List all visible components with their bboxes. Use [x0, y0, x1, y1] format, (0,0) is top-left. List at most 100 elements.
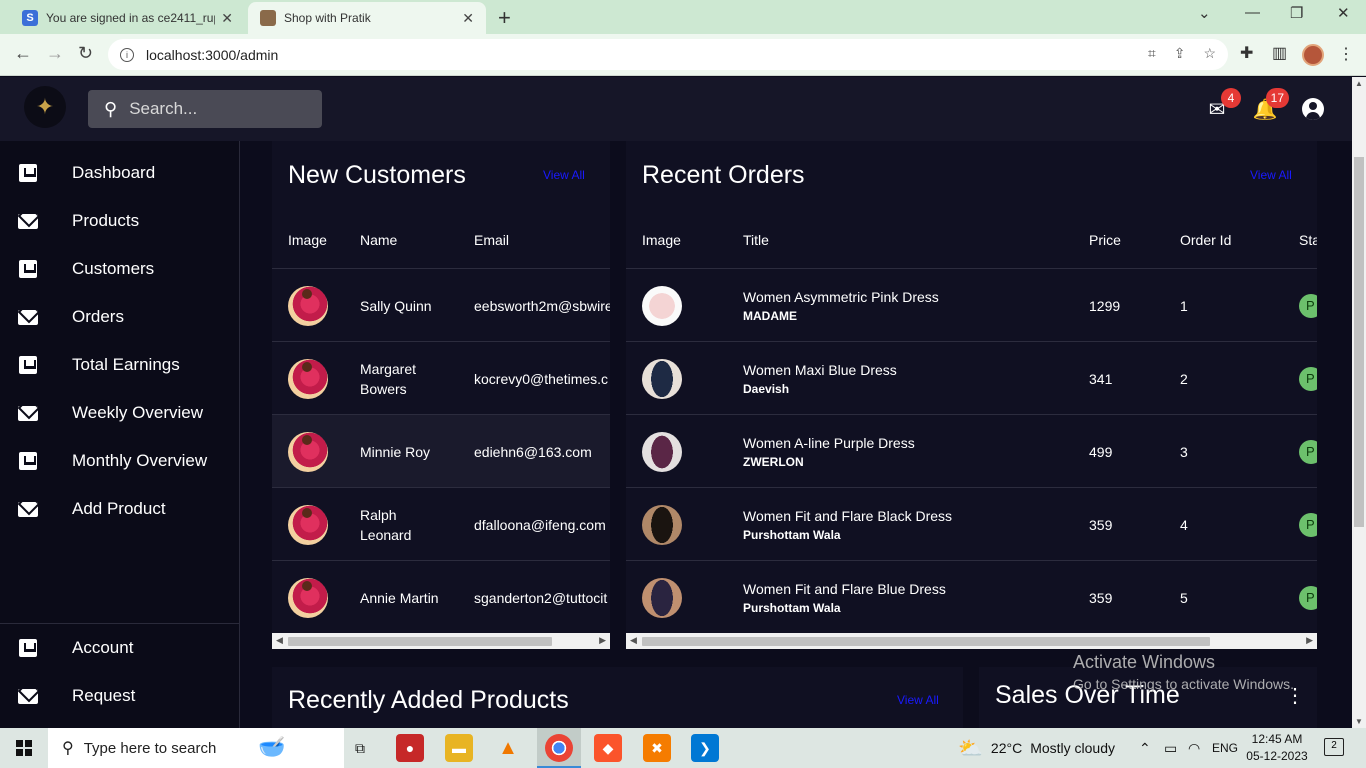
clock-date: 05-12-2023 — [1246, 749, 1308, 763]
close-window-icon[interactable]: ✕ — [1337, 4, 1350, 22]
table-row[interactable]: Minnie Roy ediehn6@163.com — [272, 415, 610, 488]
horizontal-scrollbar[interactable]: ◀ ▶ — [626, 633, 1317, 649]
language-indicator[interactable]: ENG — [1212, 728, 1238, 768]
column-header: Title — [743, 232, 769, 248]
order-title: Women Asymmetric Pink Dress — [743, 288, 939, 305]
browser-menu-icon[interactable]: ⋮ — [1338, 44, 1354, 64]
xampp-icon[interactable]: ✖ — [643, 734, 671, 762]
sidebar-item-label: Dashboard — [72, 163, 156, 182]
close-tab-icon[interactable]: ✕ — [221, 10, 233, 27]
customer-name: Ralph Leonard — [360, 506, 412, 543]
chrome-icon[interactable] — [545, 734, 573, 762]
table-row[interactable]: Annie Martin sganderton2@tuttocit — [272, 561, 610, 634]
horizontal-scrollbar[interactable]: ◀ ▶ — [272, 633, 610, 649]
windows-taskbar: ⚲ Type here to search 🥣 ⧉ ● ▬ ▲ ◆ ✖ ❯ ⛅ … — [0, 728, 1366, 768]
sidebar-item-total-earnings[interactable]: Total Earnings — [0, 341, 239, 389]
battery-icon[interactable]: ▭ — [1164, 728, 1177, 768]
status-badge: P — [1299, 366, 1317, 391]
vlc-icon[interactable]: ▲ — [494, 734, 522, 762]
account-circle-icon[interactable] — [1302, 98, 1324, 120]
notification-center-icon[interactable]: 2 — [1324, 738, 1344, 756]
search-input[interactable] — [127, 98, 298, 120]
page-scrollbar[interactable]: ▲ ▼ — [1352, 77, 1366, 728]
view-all-products-link[interactable]: View All — [897, 693, 939, 707]
inbox-icon — [18, 451, 38, 471]
order-brand: MADAME — [743, 308, 797, 323]
site-info-icon[interactable]: i — [120, 47, 134, 62]
back-icon[interactable]: ← — [14, 43, 32, 64]
order-brand: Daevish — [743, 381, 790, 396]
notifications-button[interactable]: 🔔 17 — [1253, 88, 1289, 121]
sidebar-item-monthly-overview[interactable]: Monthly Overview — [0, 437, 239, 485]
sidebar-item-dashboard[interactable]: Dashboard — [0, 149, 239, 197]
search-icon: ⚲ — [62, 740, 74, 757]
mail-badge: 4 — [1221, 88, 1241, 108]
windows-start-icon[interactable] — [16, 740, 32, 756]
profile-avatar[interactable] — [1302, 44, 1324, 66]
status-badge: P — [1299, 512, 1317, 537]
weather-widget[interactable]: ⛅ 22°C Mostly cloudy — [958, 728, 1115, 768]
search-highlight-icon: 🥣 — [258, 734, 286, 759]
order-id: 1 — [1180, 297, 1188, 314]
tab-title: Shop with Pratik — [284, 11, 371, 25]
translate-icon[interactable]: ⌗ — [1148, 45, 1156, 62]
eagle-logo-icon[interactable]: ✦ — [24, 86, 66, 128]
brave-icon[interactable]: ◆ — [594, 734, 622, 762]
sidebar-item-label: Request — [72, 686, 136, 705]
file-explorer-icon[interactable]: ▬ — [445, 734, 473, 762]
share-icon[interactable]: ⇪ — [1174, 45, 1186, 62]
task-view-icon[interactable]: ⧉ — [346, 734, 374, 762]
extensions-icon[interactable]: ✚ — [1240, 43, 1253, 63]
mail-button[interactable]: ✉ 4 — [1205, 88, 1241, 121]
product-thumbnail — [642, 358, 682, 399]
table-row[interactable]: Women Maxi Blue Dress Daevish 341 2 P — [626, 342, 1317, 415]
browser-toolbar: ← → ↻ i localhost:3000/admin ⌗ ⇪ ☆ ✚ ▥ — [0, 34, 1366, 76]
recorder-app-icon[interactable]: ● — [396, 734, 424, 762]
forward-icon[interactable]: → — [46, 43, 64, 64]
minimize-icon[interactable]: — — [1245, 4, 1260, 21]
side-panel-icon[interactable]: ▥ — [1272, 43, 1287, 63]
address-bar[interactable]: i localhost:3000/admin ⌗ ⇪ ☆ — [108, 39, 1228, 70]
search-icon: ⚲ — [104, 98, 118, 119]
order-id: 2 — [1180, 370, 1188, 387]
clock-time: 12:45 AM — [1251, 732, 1303, 746]
column-header: Name — [360, 232, 398, 248]
main-content: New Customers View All Image Name Email … — [240, 141, 1352, 728]
sidebar-item-orders[interactable]: Orders — [0, 293, 239, 341]
sidebar-item-customers[interactable]: Customers — [0, 245, 239, 293]
table-row[interactable]: Margaret Bowers kocrevy0@thetimes.c — [272, 342, 610, 415]
bookmark-star-icon[interactable]: ☆ — [1203, 45, 1216, 62]
system-clock[interactable]: 12:45 AM 05-12-2023 — [1246, 731, 1308, 765]
table-row[interactable]: Women Asymmetric Pink Dress MADAME 1299 1… — [626, 269, 1317, 342]
wifi-icon[interactable]: ◠ — [1188, 728, 1200, 768]
sidebar-item-request[interactable]: Request — [0, 672, 239, 720]
close-tab-icon[interactable]: ✕ — [462, 10, 474, 27]
search-box[interactable]: ⚲ — [88, 90, 322, 128]
status-badge: P — [1299, 585, 1317, 610]
cloudy-weather-icon: ⛅ — [958, 737, 983, 760]
show-hidden-icons-icon[interactable]: ⌃ — [1139, 728, 1151, 768]
tab-shop-with-pratik[interactable]: Shop with Pratik ✕ — [248, 2, 486, 34]
vscode-icon[interactable]: ❯ — [691, 734, 719, 762]
sidebar-item-account[interactable]: Account — [0, 624, 239, 672]
tab-search-icon[interactable]: ⌄ — [1198, 4, 1211, 22]
table-row[interactable]: Ralph Leonard dfalloona@ifeng.com — [272, 488, 610, 561]
reload-icon[interactable]: ↻ — [78, 43, 93, 64]
sidebar-item-add-product[interactable]: Add Product — [0, 485, 239, 533]
table-row[interactable]: Women A-line Purple Dress ZWERLON 499 3 P — [626, 415, 1317, 488]
table-row[interactable]: Sally Quinn eebsworth2m@sbwire — [272, 269, 610, 342]
table-row[interactable]: Women Fit and Flare Blue Dress Purshottam… — [626, 561, 1317, 634]
sidebar-item-weekly-overview[interactable]: Weekly Overview — [0, 389, 239, 437]
view-all-orders-link[interactable]: View All — [1250, 168, 1292, 182]
order-price: 341 — [1089, 370, 1113, 387]
restore-icon[interactable]: ❐ — [1290, 4, 1303, 22]
table-row[interactable]: Women Fit and Flare Black Dress Purshotta… — [626, 488, 1317, 561]
taskbar-search[interactable]: ⚲ Type here to search 🥣 — [48, 728, 344, 768]
tab-signed-in[interactable]: S You are signed in as ce2411_rup ✕ — [10, 2, 245, 34]
customer-name: Margaret Bowers — [360, 360, 417, 397]
new-tab-icon[interactable]: + — [498, 5, 511, 31]
sidebar-item-products[interactable]: Products — [0, 197, 239, 245]
sidebar-item-label: Products — [72, 211, 140, 230]
product-thumbnail — [642, 504, 682, 545]
view-all-customers-link[interactable]: View All — [543, 168, 585, 182]
